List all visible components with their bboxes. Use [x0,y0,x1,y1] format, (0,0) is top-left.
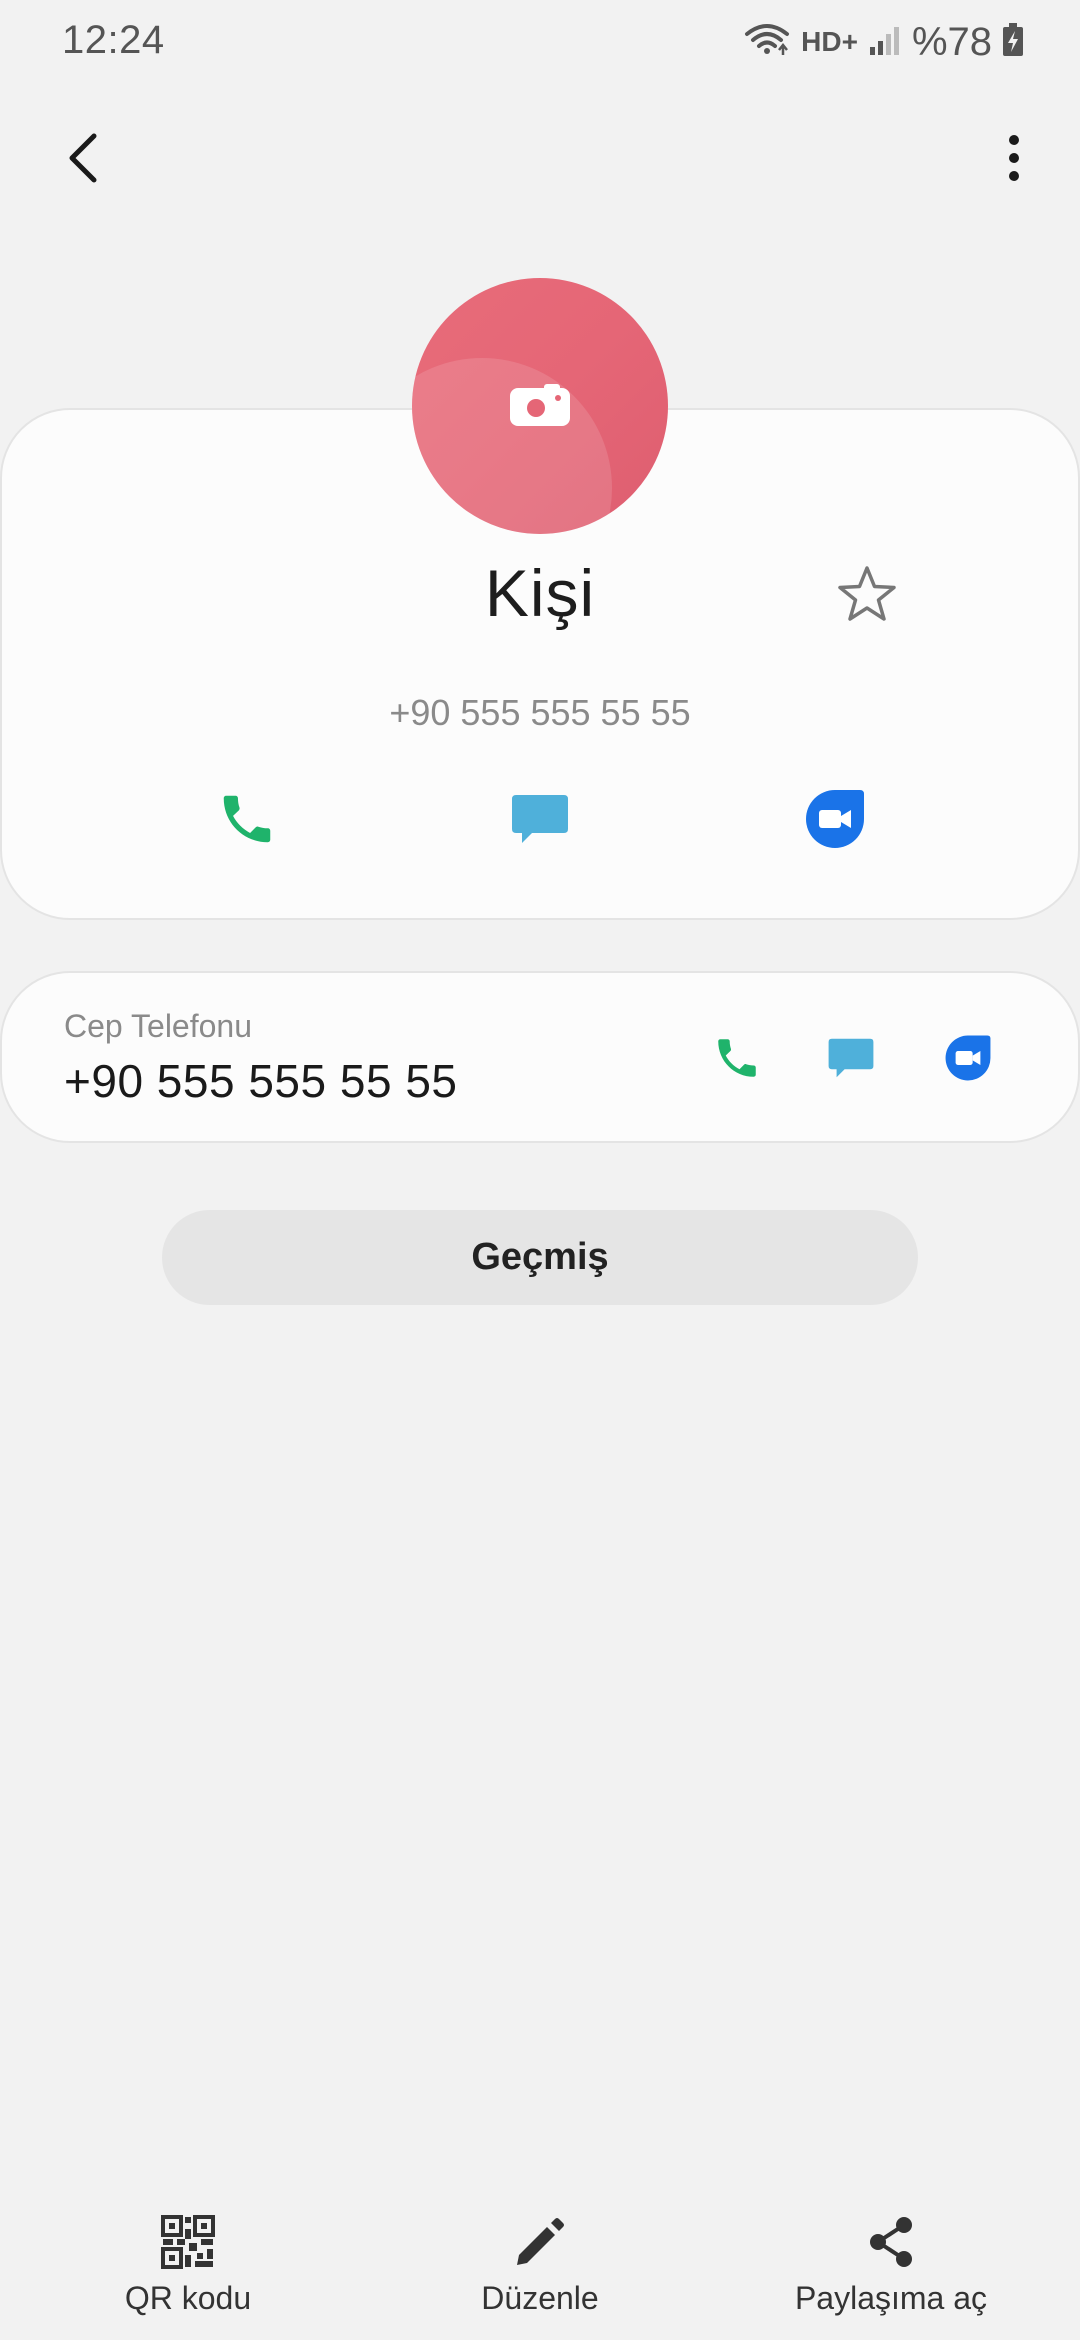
camera-icon [510,384,570,426]
phone-number: +90 555 555 55 55 [64,1055,458,1107]
message-icon [512,795,568,843]
detail-message-button[interactable] [823,1030,879,1086]
detail-video-call-button[interactable] [940,1030,996,1086]
back-arrow-icon [69,133,97,183]
network-type: HD+ [801,26,858,57]
edit-button[interactable]: Düzenle [390,2212,690,2322]
more-vert-icon [1009,135,1019,181]
phone-icon [718,1039,756,1077]
video-call-icon [806,790,864,848]
battery-percent: %78 [911,19,992,64]
signal-icon [868,23,902,62]
contact-avatar[interactable] [412,278,668,534]
phone-type-label: Cep Telefonu [64,1008,252,1044]
message-button[interactable] [505,784,575,854]
phone-icon [223,795,271,843]
detail-call-button[interactable] [709,1030,765,1086]
more-options-button[interactable] [984,118,1044,198]
wifi-icon [743,20,791,65]
share-button[interactable]: Paylaşıma aç [741,2212,1041,2322]
edit-label: Düzenle [481,2280,599,2316]
status-icons: HD+ %78 [743,18,1024,66]
battery-charging-icon [1002,22,1024,62]
qr-code-icon [161,2215,215,2269]
share-icon [870,2217,912,2267]
video-call-icon [945,1035,991,1081]
qr-code-label: QR kodu [124,2280,252,2316]
call-button[interactable] [212,784,282,854]
back-button[interactable] [52,118,112,198]
favorite-star-icon[interactable] [834,562,900,628]
message-icon [828,1038,874,1078]
contact-number: +90 555 555 55 55 [389,692,691,733]
share-label: Paylaşıma aç [794,2280,988,2316]
pencil-icon [517,2218,564,2265]
history-button[interactable]: Geçmiş [162,1210,918,1305]
qr-code-button[interactable]: QR kodu [38,2212,338,2322]
video-call-button[interactable] [800,784,870,854]
contact-name: Kişi [484,556,596,630]
status-time: 12:24 [62,18,165,62]
